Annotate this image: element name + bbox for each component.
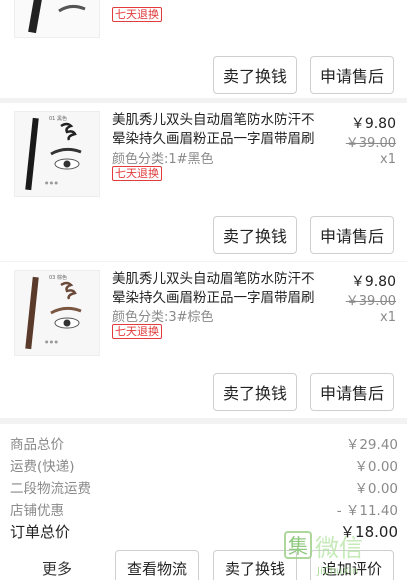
unit-price: ￥9.80 [350,274,396,290]
summary-label: 商品总价 [10,437,64,453]
summary-value: ￥0.00 [354,459,398,475]
product-thumbnail[interactable]: 01 黑色 ● ● ● [14,111,100,197]
watermark-logo: 集 微信 JiChuXin [283,530,401,578]
summary-value: ￥29.40 [345,437,398,453]
svg-text:集: 集 [288,534,308,558]
quantity: x1 [380,152,396,167]
sell-button[interactable]: 卖了换钱 [213,373,297,411]
watermark-text: 微信 [315,534,363,562]
original-price: ￥39.00 [345,136,396,151]
summary-row-shipping: 运费(快递) ￥0.00 [10,455,398,475]
sell-button[interactable]: 卖了换钱 [213,56,297,94]
summary-label: 运费(快递) [10,459,75,475]
view-logistics-button[interactable]: 查看物流 [115,550,199,580]
after-sale-button[interactable]: 申请售后 [310,216,394,254]
seven-day-return-badge: 七天退换 [112,7,162,22]
order-item-card-1: 七天退换 卖了换钱 申请售后 [0,0,407,98]
summary-label: 二段物流运费 [10,481,91,497]
original-price: ￥39.00 [345,294,396,309]
eyebrow-pencil-image [28,0,86,34]
product-title[interactable]: 美肌秀儿双头自动眉笔防水防汗不晕染持久画眉粉正品一字眉带眉刷 [112,270,322,308]
seven-day-return-badge: 七天退换 [112,166,162,181]
quantity: x1 [380,310,396,325]
thumb-label: 01 黑色 [49,115,67,122]
seven-day-return-badge: 七天退换 [112,324,162,339]
svg-text:● ● ●: ● ● ● [45,180,59,185]
watermark-subtext: JiChuXin [316,566,358,577]
summary-row-goods-total: 商品总价 ￥29.40 [10,433,398,453]
summary-value: ￥0.00 [354,481,398,497]
order-item-card-2: 01 黑色 ● ● ● 美肌秀儿双头自动眉笔防水防汗不晕染持久画眉粉正品一字眉带… [0,103,407,261]
order-item-card-3: 03 棕色 ● ● ● 美肌秀儿双头自动眉笔防水防汗不晕染持久画眉粉正品一字眉带… [0,262,407,418]
summary-row-store-discount: 店铺优惠 - ￥11.40 [10,499,398,519]
sell-button[interactable]: 卖了换钱 [213,216,297,254]
after-sale-button[interactable]: 申请售后 [310,56,394,94]
summary-value: - ￥11.40 [336,503,398,519]
order-total-label: 订单总价 [10,523,71,541]
summary-row-second-logistics: 二段物流运费 ￥0.00 [10,477,398,497]
eyebrow-pencil-image: 01 黑色 ● ● ● [15,112,99,196]
variant-text: 颜色分类:3#棕色 [112,310,214,325]
more-button[interactable]: 更多 [42,558,72,579]
product-title[interactable]: 美肌秀儿双头自动眉笔防水防汗不晕染持久画眉粉正品一字眉带眉刷 [112,111,322,149]
summary-label: 店铺优惠 [10,503,64,519]
eyebrow-pencil-image: 03 棕色 ● ● ● [15,271,99,355]
svg-text:● ● ●: ● ● ● [45,339,59,344]
thumb-label: 03 棕色 [49,274,67,281]
product-thumbnail[interactable] [14,0,100,38]
product-thumbnail[interactable]: 03 棕色 ● ● ● [14,270,100,356]
variant-text: 颜色分类:1#黑色 [112,152,214,167]
unit-price: ￥9.80 [350,116,396,132]
after-sale-button[interactable]: 申请售后 [310,373,394,411]
